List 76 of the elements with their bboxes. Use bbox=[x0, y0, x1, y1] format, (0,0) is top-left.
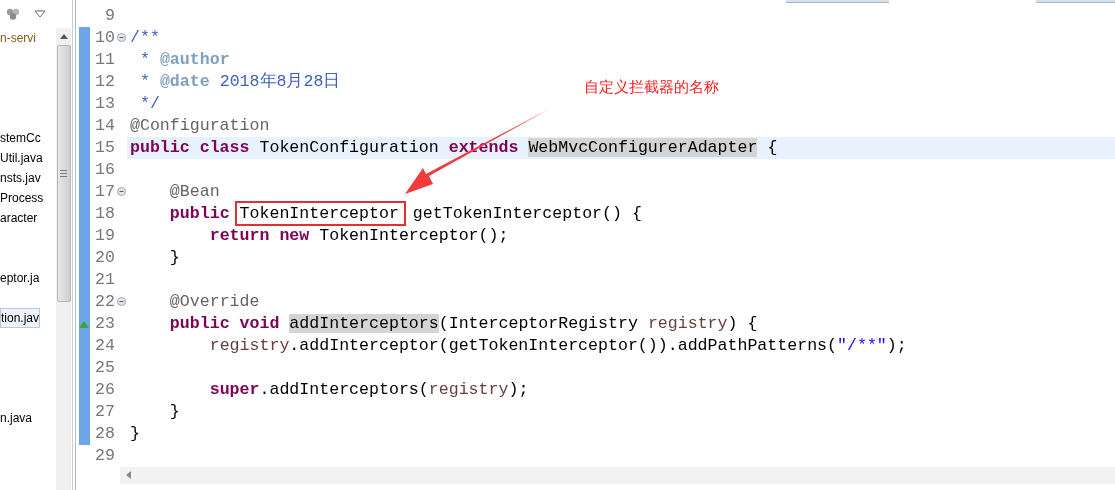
horizontal-scrollbar[interactable] bbox=[120, 466, 1115, 484]
doc-tag: @author bbox=[159, 49, 230, 69]
annotation: @Bean bbox=[169, 181, 220, 201]
code-text: TokenConfiguration bbox=[259, 137, 439, 157]
keyword: public class bbox=[130, 137, 250, 157]
callout-text: 自定义拦截器的名称 bbox=[584, 78, 719, 97]
line-number: 27 bbox=[94, 400, 115, 423]
code-text: ); bbox=[508, 379, 529, 399]
link-icon[interactable] bbox=[6, 8, 20, 20]
line-number: 13 bbox=[94, 92, 115, 115]
file-item[interactable]: Process bbox=[0, 188, 44, 208]
doc-comment: * bbox=[139, 49, 150, 69]
fold-icon[interactable] bbox=[116, 187, 126, 197]
line-number: 9 bbox=[104, 4, 115, 27]
line-number: 24 bbox=[94, 334, 115, 357]
doc-comment: * bbox=[139, 71, 150, 91]
string-literal: "/**" bbox=[837, 335, 887, 355]
file-item[interactable]: tion.jav bbox=[0, 308, 41, 328]
doc-tag: @date bbox=[159, 71, 210, 91]
fold-icon[interactable] bbox=[116, 297, 126, 307]
line-number: 15 bbox=[94, 136, 115, 159]
line-number: 19 bbox=[94, 224, 115, 247]
code-text: } bbox=[169, 401, 180, 421]
line-number: 20 bbox=[94, 246, 115, 269]
file-item[interactable]: stemCc bbox=[0, 128, 41, 148]
keyword: super bbox=[209, 379, 260, 399]
file-item[interactable]: n.java bbox=[0, 408, 33, 428]
file-item[interactable]: eptor.ja bbox=[0, 268, 40, 288]
doc-comment: /** bbox=[130, 27, 160, 47]
line-number: 17 bbox=[94, 180, 115, 203]
annotation: @Configuration bbox=[130, 115, 270, 135]
highlighted-identifier: addInterceptors bbox=[289, 313, 439, 333]
parameter-name: registry bbox=[647, 313, 728, 333]
code-text: getTokenInterceptor() { bbox=[412, 203, 642, 223]
annotation: @Override bbox=[169, 291, 260, 311]
code-editor[interactable] bbox=[75, 0, 1115, 490]
file-item[interactable]: nsts.jav bbox=[0, 168, 41, 188]
line-number: 23 bbox=[94, 312, 115, 335]
line-number: 28 bbox=[94, 422, 115, 445]
code-text: ) { bbox=[727, 313, 758, 333]
line-number: 16 bbox=[94, 158, 115, 181]
code-text: { bbox=[767, 137, 778, 157]
code-text: (InterceptorRegistry bbox=[438, 313, 638, 333]
project-item[interactable]: n-servi bbox=[0, 28, 36, 48]
scroll-left-icon[interactable] bbox=[126, 471, 131, 480]
keyword: public void bbox=[169, 313, 280, 333]
vertical-scrollbar[interactable] bbox=[56, 28, 71, 490]
code-text: .addInterceptors( bbox=[259, 379, 429, 399]
parameter-name: registry bbox=[209, 335, 290, 355]
line-number: 14 bbox=[94, 114, 115, 137]
code-text: } bbox=[169, 247, 180, 267]
highlighted-identifier: WebMvcConfigurerAdapter bbox=[528, 137, 758, 157]
line-number: 21 bbox=[94, 268, 115, 291]
keyword: return new bbox=[209, 225, 310, 245]
line-number: 22 bbox=[94, 290, 115, 313]
file-item[interactable]: aracter bbox=[0, 208, 38, 228]
code-text: ); bbox=[886, 335, 907, 355]
line-number: 26 bbox=[94, 378, 115, 401]
line-number: 25 bbox=[94, 356, 115, 379]
doc-comment: */ bbox=[139, 93, 160, 113]
parameter-name: registry bbox=[428, 379, 509, 399]
code-text: } bbox=[130, 423, 140, 443]
file-item[interactable]: Util.java bbox=[0, 148, 43, 168]
fold-icon[interactable] bbox=[116, 33, 126, 43]
line-number: 12 bbox=[94, 70, 115, 93]
code-text: TokenInterceptor(); bbox=[319, 225, 509, 245]
view-menu-icon[interactable] bbox=[34, 10, 46, 18]
doc-comment: 2018年8月28日 bbox=[219, 71, 341, 91]
code-text: .addInterceptor(getTokenInterceptor()).addPathPatterns( bbox=[289, 335, 838, 355]
line-number: 29 bbox=[94, 444, 115, 467]
line-number: 18 bbox=[94, 202, 115, 225]
keyword: public bbox=[169, 203, 230, 223]
line-number: 10 bbox=[94, 26, 115, 49]
line-number: 11 bbox=[94, 48, 115, 71]
scroll-up-icon[interactable] bbox=[59, 34, 68, 39]
boxed-type-name: TokenInterceptor bbox=[237, 203, 403, 223]
